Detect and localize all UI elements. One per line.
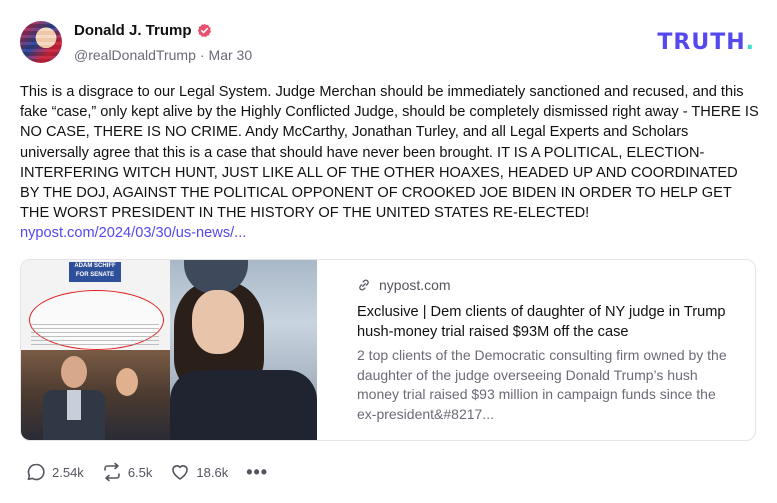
separator-dot: · <box>199 47 205 63</box>
post-actions: 2.54k 6.5k 18.6k ••• <box>26 462 268 482</box>
truth-social-logo[interactable]: TRUTH. <box>657 30 755 55</box>
post-link[interactable]: nypost.com/2024/03/30/us-news/... <box>20 225 246 241</box>
post-date[interactable]: Mar 30 <box>209 47 253 63</box>
image-banner: ADAM SCHIFF FOR SENATE <box>69 262 121 282</box>
verified-badge-icon <box>197 23 211 38</box>
more-icon: ••• <box>246 462 269 482</box>
card-source: nypost.com <box>357 277 451 293</box>
author-name-row: Donald J. Trump <box>74 22 212 39</box>
card-description: 2 top clients of the Democratic consulti… <box>357 347 727 422</box>
image-photo-people <box>21 350 170 440</box>
post-body: This is a disgrace to our Legal System. … <box>20 82 760 244</box>
retruth-icon <box>104 462 120 482</box>
more-options-button[interactable]: ••• <box>246 462 269 482</box>
card-source-domain: nypost.com <box>379 277 451 293</box>
author-handle[interactable]: @realDonaldTrump <box>74 47 196 63</box>
card-image-selfie <box>170 260 317 440</box>
reply-icon <box>27 463 45 481</box>
author-name[interactable]: Donald J. Trump <box>74 22 192 39</box>
handle-row: @realDonaldTrump · Mar 30 <box>74 47 252 63</box>
link-preview-card[interactable]: ADAM SCHIFF FOR SENATE nypost.com Exclus… <box>20 259 756 441</box>
logo-dot: . <box>745 30 755 55</box>
reply-count: 2.54k <box>52 464 84 480</box>
post-text: This is a disgrace to our Legal System. … <box>20 84 759 222</box>
logo-text: TRUTH <box>657 30 746 55</box>
link-icon <box>359 279 369 291</box>
like-count: 18.6k <box>196 464 229 480</box>
card-image-collage-left: ADAM SCHIFF FOR SENATE <box>21 260 170 440</box>
like-button[interactable]: 18.6k <box>170 462 228 482</box>
reply-button[interactable]: 2.54k <box>26 462 84 482</box>
retruth-count: 6.5k <box>127 464 153 480</box>
card-title[interactable]: Exclusive | Dem clients of daughter of N… <box>357 302 737 342</box>
heart-icon <box>172 465 189 480</box>
retruth-button[interactable]: 6.5k <box>102 462 153 482</box>
image-text-lines <box>31 324 159 346</box>
avatar[interactable] <box>20 21 62 63</box>
